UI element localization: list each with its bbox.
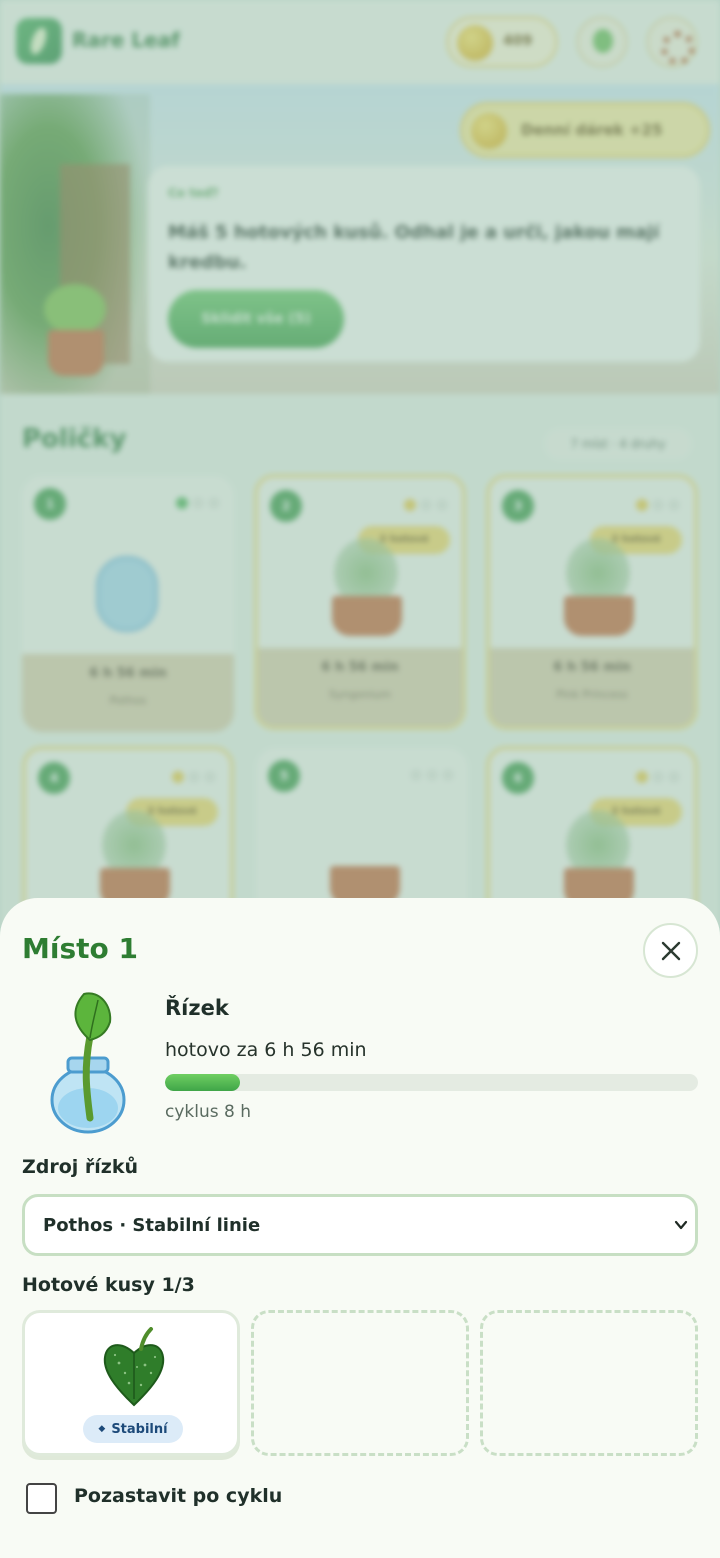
pause-after-cycle-label[interactable]: Pozastavit po cyklu	[74, 1485, 282, 1507]
sheet-title: Místo 1	[22, 932, 138, 965]
cycle-text: cyklus 8 h	[165, 1102, 252, 1122]
ready-in-text: hotovo za 6 h 56 min	[165, 1039, 367, 1061]
source-select[interactable]: Pothos · Stabilní linie	[22, 1194, 698, 1256]
leaf-icon	[103, 1327, 165, 1407]
pause-after-cycle-checkbox[interactable]	[26, 1483, 57, 1514]
cutting-jar-icon	[50, 992, 126, 1134]
diamond-icon: ◆	[98, 1424, 106, 1434]
chevron-down-icon	[674, 1220, 688, 1230]
empty-piece-slot	[251, 1310, 469, 1456]
slot-detail-sheet: Místo 1 Řízek hotovo za 6 h 56 min cyklu…	[0, 898, 720, 1558]
growth-progress-fill	[165, 1074, 240, 1091]
stage-name: Řízek	[165, 996, 229, 1020]
close-button[interactable]	[643, 923, 698, 978]
source-label: Zdroj řízků	[22, 1156, 139, 1178]
close-icon	[661, 941, 680, 960]
growth-progress-bar	[165, 1074, 698, 1091]
finished-piece-slot[interactable]: ◆ Stabilní	[22, 1310, 240, 1456]
quality-badge: ◆ Stabilní	[83, 1415, 183, 1443]
empty-piece-slot	[480, 1310, 698, 1456]
finished-pieces-label: Hotové kusy 1/3	[22, 1274, 195, 1296]
